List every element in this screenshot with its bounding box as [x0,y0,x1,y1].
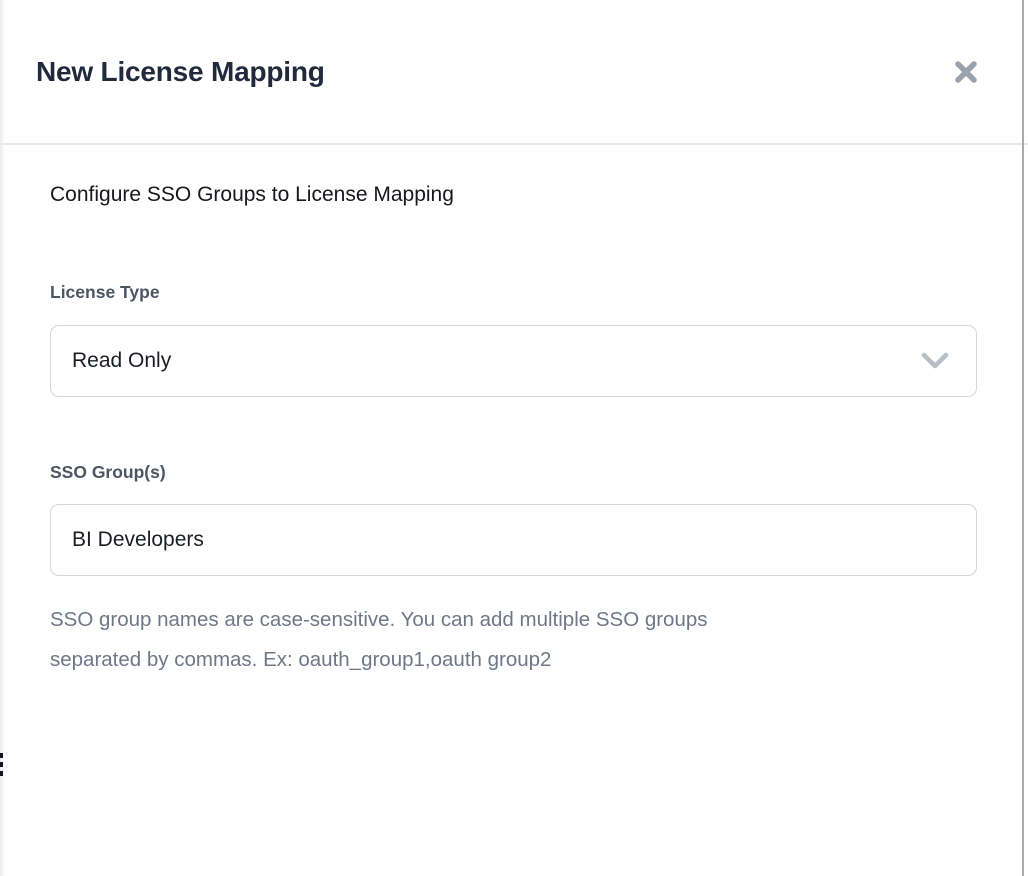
modal-right-edge [1022,0,1024,876]
close-icon [951,57,981,87]
sso-groups-input[interactable] [50,504,977,576]
close-button[interactable] [944,50,988,94]
modal-header: New License Mapping [0,0,1028,145]
license-type-label: License Type [50,281,977,303]
modal-body: Configure SSO Groups to License Mapping … [0,145,1028,680]
new-license-mapping-modal: New License Mapping Configure SSO Groups… [0,0,1028,876]
license-type-select[interactable]: Read Only [50,325,977,397]
sso-groups-label: SSO Group(s) [50,461,977,483]
sso-groups-help-line-1: SSO group names are case-sensitive. You … [50,600,977,640]
chevron-down-icon [921,352,949,370]
license-type-selected-value: Read Only [72,349,171,373]
modal-title: New License Mapping [36,56,325,88]
sso-groups-help: SSO group names are case-sensitive. You … [50,600,977,680]
sso-groups-help-line-2: separated by commas. Ex: oauth_group1,oa… [50,640,977,680]
modal-subtitle: Configure SSO Groups to License Mapping [50,181,977,209]
page-edge-artifact [0,753,4,780]
